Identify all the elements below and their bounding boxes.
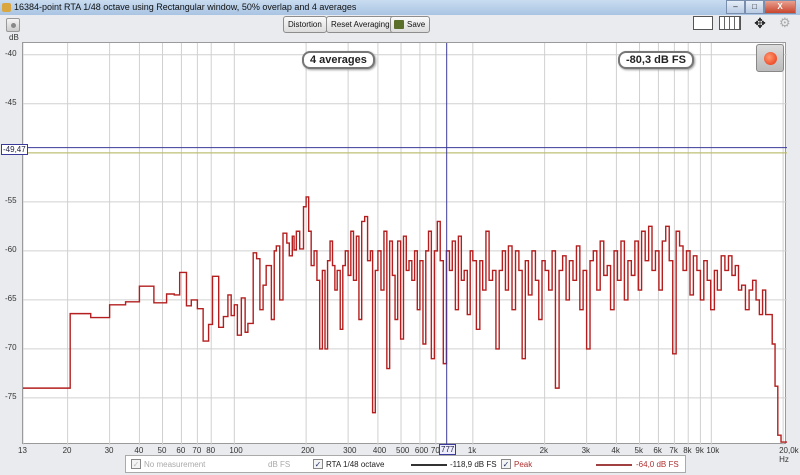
legend-label: RTA 1/48 octave	[326, 460, 385, 469]
capture-icon	[11, 23, 16, 28]
legend-value: -118,9 dB FS	[450, 460, 497, 469]
plot-area[interactable]	[22, 42, 787, 445]
close-button[interactable]: X	[764, 0, 796, 14]
move-arrows-icon[interactable]: ✥	[749, 15, 771, 31]
legend-checkbox-peak[interactable]: ✓	[501, 459, 511, 469]
rta-trace	[23, 196, 787, 443]
settings-button[interactable]	[6, 18, 20, 32]
x-tick-label: 4k	[611, 446, 620, 455]
x-tick-label: 6k	[653, 446, 662, 455]
x-tick-label: 10k	[706, 446, 720, 455]
x-tick-label: 40	[134, 446, 144, 455]
level-badge: -80,3 dB FS	[618, 51, 694, 69]
x-tick-label: 13	[18, 446, 27, 455]
y-tick-label: -65	[5, 293, 17, 303]
legend-label: Peak	[514, 460, 533, 469]
x-tick-label: 400	[372, 446, 387, 455]
x-tick-label: 5k	[634, 446, 643, 455]
record-button[interactable]	[756, 44, 784, 72]
x-tick-label: 600	[414, 446, 429, 455]
reset-averaging-button[interactable]: Reset Averaging	[326, 16, 395, 33]
legend-value: -64,0 dB FS	[636, 460, 679, 469]
app-icon	[2, 3, 11, 12]
x-tick-label: 80	[206, 446, 216, 455]
minimize-button[interactable]: –	[726, 0, 745, 14]
x-tick-label: 100	[229, 446, 243, 455]
title-bar: 16384-point RTA 1/48 octave using Rectan…	[0, 0, 800, 15]
x-tick-label: 500	[396, 446, 410, 455]
y-tick-label: -40	[5, 48, 17, 58]
save-label: Save	[407, 20, 426, 29]
legend-unit: dB FS	[268, 460, 291, 469]
save-icon	[394, 20, 404, 29]
gear-icon[interactable]: ⚙	[779, 15, 793, 31]
y-tick-label: -70	[5, 342, 17, 352]
x-tick-label: 30	[104, 446, 114, 455]
y-tick-label: -55	[5, 195, 17, 205]
window-title: 16384-point RTA 1/48 octave using Rectan…	[14, 2, 357, 12]
x-tick-label: 9k	[695, 446, 704, 455]
legend: ✓ No measurement dB FS ✓ RTA 1/48 octave…	[125, 455, 686, 473]
x-tick-label: 8k	[683, 446, 692, 455]
save-button[interactable]: Save	[390, 16, 431, 33]
y-tick-label: -75	[5, 391, 17, 401]
y-tick-label: -60	[5, 244, 17, 254]
x-tick-label: 2k	[539, 446, 549, 455]
x-tick-label: 7k	[669, 446, 678, 455]
y-axis-unit: dB	[9, 33, 19, 42]
maximize-button[interactable]: □	[745, 0, 764, 14]
x-tick-label: 1k	[467, 446, 477, 455]
averages-badge: 4 averages	[302, 51, 375, 69]
x-tick-label: 50	[157, 446, 167, 455]
cursor-frequency-label[interactable]: 777	[439, 444, 457, 455]
legend-swatch-rta	[411, 464, 447, 466]
x-tick-label: 20,0k Hz	[779, 446, 799, 464]
rta-chart	[23, 43, 787, 445]
graph-layout-icon[interactable]	[693, 16, 713, 30]
x-tick-label: 3k	[581, 446, 591, 455]
legend-swatch-peak	[596, 464, 632, 466]
x-tick-label: 300	[343, 446, 357, 455]
cursor-value-label: -49,47	[1, 144, 28, 155]
grid-lines-icon[interactable]	[719, 16, 741, 30]
y-tick-label: -45	[5, 97, 17, 107]
legend-label: No measurement	[144, 460, 206, 469]
x-tick-label: 60	[176, 446, 186, 455]
legend-checkbox-rta[interactable]: ✓	[313, 459, 323, 469]
x-tick-label: 20	[62, 446, 72, 455]
x-tick-label: 200	[301, 446, 315, 455]
record-icon	[764, 52, 777, 65]
legend-checkbox-no-measurement: ✓	[131, 459, 141, 469]
distortion-button[interactable]: Distortion	[283, 16, 327, 33]
x-tick-label: 70	[192, 446, 202, 455]
